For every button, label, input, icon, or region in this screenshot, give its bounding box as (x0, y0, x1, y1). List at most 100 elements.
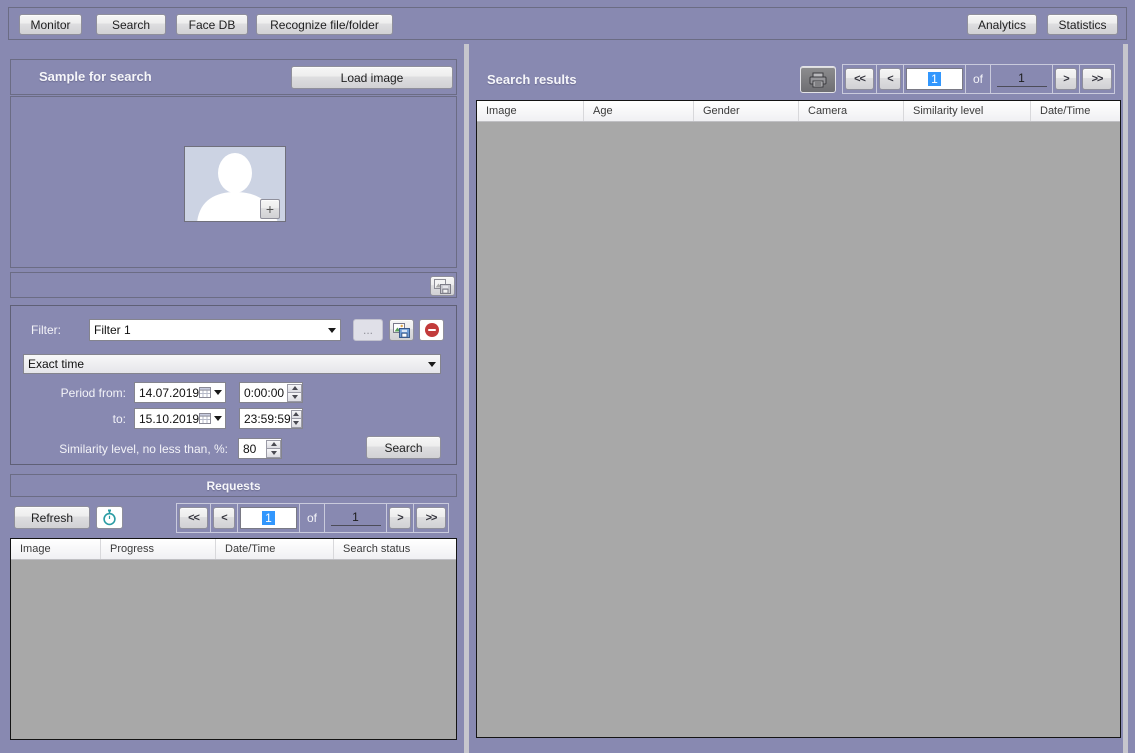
save-filter-button[interactable] (389, 319, 414, 341)
chevron-down-icon (214, 416, 223, 421)
requests-total-pages: 1 (330, 510, 381, 526)
filter-browse-button[interactable]: ... (353, 319, 383, 341)
requests-next-page-button[interactable]: > (389, 507, 411, 529)
statistics-button[interactable]: Statistics (1047, 14, 1118, 35)
time-mode-select[interactable]: Exact time (23, 354, 441, 374)
results-page-input[interactable]: 1 (906, 68, 963, 90)
sample-panel-title: Sample for search (39, 69, 152, 84)
stopwatch-icon (103, 509, 116, 526)
similarity-value: 80 (243, 441, 257, 456)
spinner-down-icon (291, 394, 298, 399)
requests-col-search-status[interactable]: Search status (334, 539, 456, 559)
similarity-label: Similarity level, no less than, %: (59, 442, 228, 456)
requests-table-body (11, 560, 456, 739)
results-table: Image Age Gender Camera Similarity level… (476, 100, 1121, 738)
results-pager: << < 1 of 1 > >> (842, 64, 1115, 94)
print-button[interactable] (800, 66, 836, 93)
filter-label: Filter: (31, 323, 61, 337)
similarity-field[interactable]: 80 (238, 438, 282, 459)
requests-title: Requests (206, 478, 261, 493)
results-next-page-button[interactable]: > (1055, 68, 1077, 90)
printer-icon (809, 72, 827, 87)
requests-prev-page-button[interactable]: < (213, 507, 235, 529)
requests-last-page-button[interactable]: >> (416, 507, 446, 529)
chevron-down-icon (328, 327, 336, 333)
minus-icon (424, 323, 439, 337)
period-from-label: Period from: (60, 386, 126, 400)
recognize-file-folder-button[interactable]: Recognize file/folder (256, 14, 393, 35)
search-button[interactable]: Search (366, 436, 441, 459)
results-last-page-button[interactable]: >> (1082, 68, 1112, 90)
results-first-page-button[interactable]: << (845, 68, 874, 90)
results-col-camera[interactable]: Camera (799, 101, 904, 121)
save-image-color-icon (393, 322, 410, 338)
top-toolbar: Monitor Search Face DB Recognize file/fo… (8, 7, 1127, 40)
spinner-up-icon (270, 442, 277, 447)
period-to-time-field[interactable]: 23:59:59 (239, 408, 303, 429)
spinner-down-icon (293, 420, 300, 425)
period-from-time-field[interactable]: 0:00:00 (239, 382, 303, 403)
spinner-up-icon (291, 386, 298, 391)
refresh-button[interactable]: Refresh (14, 506, 90, 529)
chevron-down-icon (214, 390, 223, 395)
analytics-button[interactable]: Analytics (967, 14, 1037, 35)
sample-header-bar: Sample for search Load image (10, 59, 457, 95)
right-edge-strip (1123, 44, 1128, 753)
requests-col-progress[interactable]: Progress (101, 539, 216, 559)
results-col-datetime[interactable]: Date/Time (1031, 101, 1120, 121)
add-sample-button[interactable]: + (260, 199, 280, 219)
requests-col-image[interactable]: Image (11, 539, 101, 559)
calendar-icon (199, 387, 212, 398)
requests-col-datetime[interactable]: Date/Time (216, 539, 334, 559)
requests-first-page-button[interactable]: << (179, 507, 208, 529)
save-image-icon (434, 278, 451, 294)
load-image-button[interactable]: Load image (291, 66, 453, 89)
requests-page-input[interactable]: 1 (240, 507, 297, 529)
period-to-label: to: (112, 412, 126, 426)
results-prev-page-button[interactable]: < (879, 68, 901, 90)
sample-display-area: + (10, 96, 457, 268)
face-search-window: Monitor Search Face DB Recognize file/fo… (0, 0, 1135, 753)
remove-filter-button[interactable] (419, 319, 444, 341)
monitor-button[interactable]: Monitor (19, 14, 82, 35)
calendar-icon (199, 413, 212, 424)
spinner-down-icon (270, 450, 277, 455)
period-to-time-value: 23:59:59 (244, 411, 291, 426)
similarity-spinner[interactable] (266, 439, 281, 458)
results-table-header: Image Age Gender Camera Similarity level… (477, 101, 1120, 122)
spinner-up-icon (293, 412, 300, 417)
results-of-label: of (972, 72, 983, 86)
save-sample-button[interactable] (430, 276, 455, 296)
face-db-button[interactable]: Face DB (176, 14, 248, 35)
results-col-age[interactable]: Age (584, 101, 694, 121)
results-col-image[interactable]: Image (477, 101, 584, 121)
period-to-date-value: 15.10.2019 (139, 411, 200, 426)
results-title: Search results (487, 72, 577, 87)
period-to-date-field[interactable]: 15.10.2019 (134, 408, 226, 429)
chevron-down-icon (428, 361, 436, 367)
panel-splitter[interactable] (464, 44, 469, 753)
results-total-pages: 1 (996, 71, 1047, 87)
period-from-date-field[interactable]: 14.07.2019 (134, 382, 226, 403)
requests-pager: << < 1 of 1 > >> (176, 503, 449, 533)
time-spinner[interactable] (290, 409, 302, 428)
requests-page-value: 1 (262, 511, 275, 525)
sample-snapshot-strip (10, 272, 457, 298)
filter-selected-value: Filter 1 (94, 323, 131, 337)
results-col-gender[interactable]: Gender (694, 101, 799, 121)
sample-face-placeholder[interactable]: + (184, 146, 286, 222)
results-table-body (477, 122, 1120, 737)
period-from-time-value: 0:00:00 (244, 385, 285, 400)
search-tab-button[interactable]: Search (96, 14, 166, 35)
filter-select[interactable]: Filter 1 (89, 319, 341, 341)
filter-group: Filter: Filter 1 ... Exact time Period f… (10, 305, 457, 465)
time-mode-value: Exact time (28, 357, 85, 371)
auto-refresh-timer-button[interactable] (96, 506, 123, 529)
time-spinner[interactable] (287, 383, 302, 402)
requests-header-bar: Requests (10, 474, 457, 497)
results-col-similarity[interactable]: Similarity level (904, 101, 1031, 121)
requests-table-header: Image Progress Date/Time Search status (11, 539, 456, 560)
results-page-value: 1 (928, 72, 941, 86)
requests-table: Image Progress Date/Time Search status (10, 538, 457, 740)
requests-of-label: of (306, 511, 317, 525)
